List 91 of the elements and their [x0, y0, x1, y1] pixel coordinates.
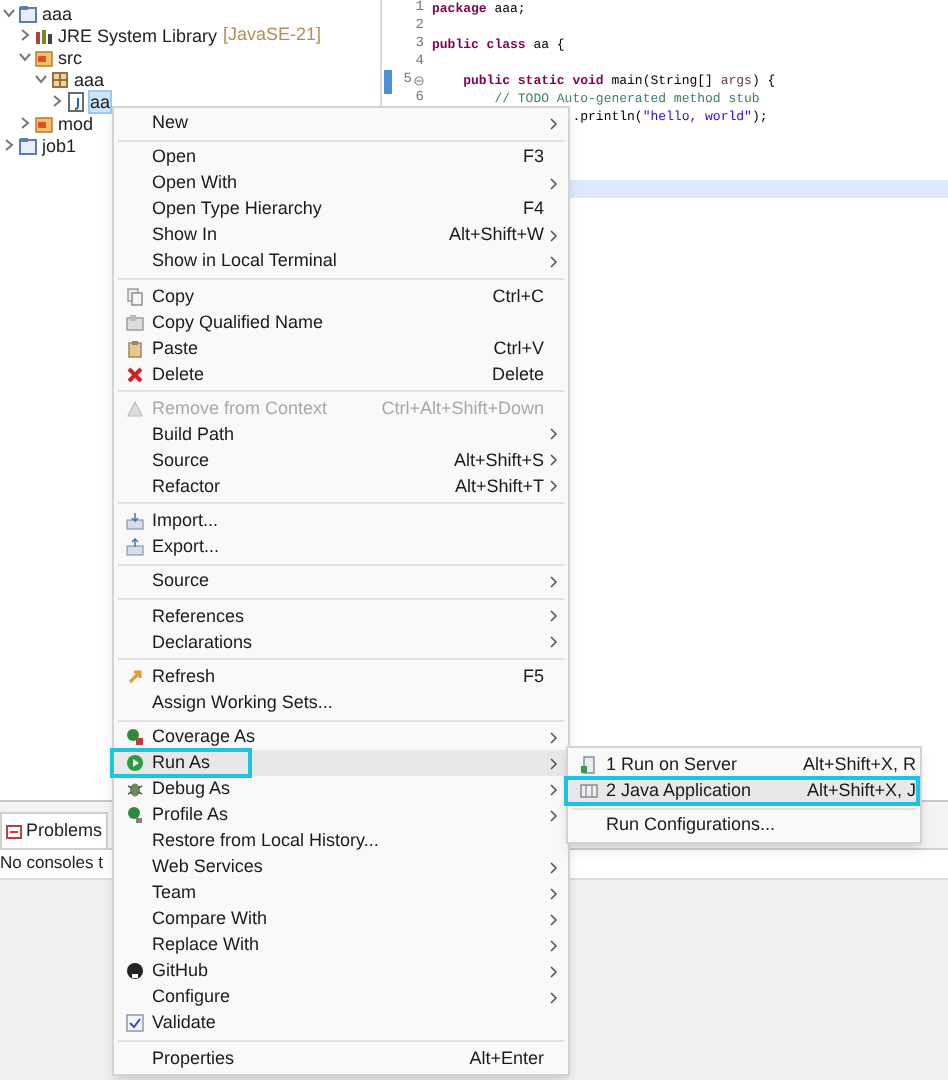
shortcut-label: Alt+Shift+X, R — [802, 754, 916, 776]
tree-item[interactable]: src — [58, 47, 82, 67]
menu-item[interactable]: Copy Ctrl+C — [114, 283, 568, 310]
menu-item: Remove from Context Ctrl+Alt+Shift+Down — [114, 395, 568, 422]
delete-icon — [126, 365, 144, 384]
menu-item[interactable]: Replace With — [114, 932, 568, 959]
import-icon — [126, 512, 144, 531]
checkbox-icon — [126, 1014, 144, 1033]
menu-item[interactable]: Copy Qualified Name — [114, 309, 568, 336]
chevron-right-icon[interactable] — [18, 28, 32, 42]
selection-outline — [110, 748, 252, 779]
menu-item[interactable]: 1 Run on Server Alt+Shift+X, R — [568, 752, 920, 778]
menu-item[interactable]: Source — [114, 568, 568, 595]
menu-item[interactable]: Delete Delete — [114, 361, 568, 388]
shortcut-label: Alt+Shift+W — [448, 224, 544, 247]
tree-item[interactable]: aaa — [74, 69, 105, 89]
menu-item[interactable]: Validate — [114, 1010, 568, 1037]
panel-tab[interactable]: Problems — [0, 812, 109, 848]
menu-item[interactable]: Declarations — [114, 629, 568, 656]
tree-item[interactable]: job1 — [42, 135, 77, 155]
project-icon — [18, 3, 38, 23]
library-icon — [34, 25, 54, 45]
menu-item[interactable]: Team — [114, 880, 568, 907]
problems-icon — [6, 823, 22, 839]
profile-icon — [126, 806, 144, 825]
menu-item[interactable]: Refresh F5 — [114, 663, 568, 690]
menu-item[interactable]: Import... — [114, 508, 568, 535]
menu-item[interactable]: Restore from Local History... — [114, 828, 568, 855]
fold-icon — [414, 76, 424, 86]
java-file-icon — [66, 91, 86, 111]
tree-item[interactable]: mod — [58, 113, 94, 133]
menu-item[interactable]: Debug As — [114, 776, 568, 803]
package-icon — [50, 69, 70, 89]
menu-item[interactable]: Web Services — [114, 854, 568, 881]
menu-item[interactable]: Open Type Hierarchy F4 — [114, 196, 568, 223]
export-icon — [126, 538, 144, 557]
bug-icon — [126, 780, 144, 799]
console-message: No consoles t — [0, 849, 103, 875]
tree-decoration: [JavaSE-21] — [223, 21, 322, 48]
menu-item[interactable]: 2 Java Application Alt+Shift+X, J — [568, 778, 920, 804]
project-icon — [18, 135, 38, 155]
chevron-right-icon[interactable] — [50, 94, 64, 108]
run-icon — [126, 754, 144, 773]
menu-item[interactable]: Run Configurations... — [568, 812, 920, 839]
menu-item[interactable]: Properties Alt+Enter — [114, 1045, 568, 1072]
folder-icon — [34, 113, 54, 133]
menu-item[interactable]: Assign Working Sets... — [114, 689, 568, 716]
shortcut-label: Alt+Shift+X, J — [806, 780, 916, 802]
tree-item[interactable]: JRE System Library — [58, 25, 218, 45]
chevron-right-icon[interactable] — [18, 116, 32, 130]
menu-item[interactable]: Profile As — [114, 802, 568, 829]
shortcut-label: Delete — [491, 363, 544, 386]
menu-item[interactable]: New — [114, 110, 568, 136]
tree-item[interactable]: aa — [90, 91, 111, 111]
shortcut-label: Ctrl+C — [492, 285, 544, 308]
menu-item[interactable]: Coverage As — [114, 724, 568, 751]
menu-item[interactable]: Configure — [114, 984, 568, 1011]
menu-item[interactable]: Refactor Alt+Shift+T — [114, 473, 568, 500]
shortcut-label: Alt+Shift+S — [453, 449, 544, 472]
shortcut-label: Ctrl+Alt+Shift+Down — [381, 397, 544, 420]
shortcut-label: Alt+Shift+T — [454, 475, 544, 498]
coverage-icon — [126, 728, 144, 747]
menu-item[interactable]: Source Alt+Shift+S — [114, 447, 568, 474]
menu-item[interactable]: Build Path — [114, 421, 568, 448]
tree-item[interactable]: aaa — [42, 3, 73, 23]
shortcut-label: F4 — [522, 198, 544, 221]
menu-item[interactable]: Open With — [114, 170, 568, 197]
menu-item[interactable]: GitHub — [114, 958, 568, 985]
menu-item[interactable]: Show In Alt+Shift+W — [114, 222, 568, 249]
copy-icon — [126, 287, 144, 306]
shortcut-label: F5 — [522, 665, 544, 688]
shortcut-label: F3 — [522, 146, 544, 169]
server-icon — [580, 756, 598, 774]
chevron-right-icon[interactable] — [2, 138, 16, 152]
menu-item[interactable]: References — [114, 603, 568, 630]
chevron-down-icon[interactable] — [18, 50, 32, 64]
refresh-icon — [126, 667, 144, 686]
chevron-down-icon[interactable] — [2, 6, 16, 20]
menu-item[interactable]: Paste Ctrl+V — [114, 335, 568, 362]
menu-item[interactable]: Open F3 — [114, 144, 568, 171]
shortcut-label: Ctrl+V — [493, 337, 544, 360]
chevron-down-icon[interactable] — [34, 72, 48, 86]
menu-item[interactable]: Run As — [114, 750, 568, 777]
shortcut-label: Alt+Enter — [469, 1047, 544, 1070]
menu-item[interactable]: Export... — [114, 534, 568, 561]
folder-icon — [34, 47, 54, 67]
application-icon — [580, 782, 598, 800]
menu-item[interactable]: Compare With — [114, 906, 568, 933]
menu-item[interactable]: Show in Local Terminal — [114, 248, 568, 275]
clipboard-icon — [126, 339, 144, 358]
scroll-marker — [384, 70, 392, 94]
